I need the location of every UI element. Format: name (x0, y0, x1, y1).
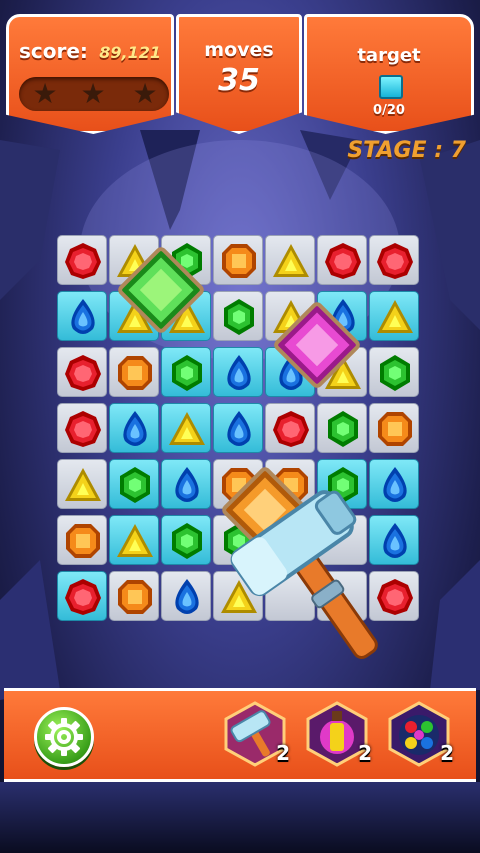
blue-gem-icon (227, 411, 251, 446)
hammer-cursor-icon (230, 490, 378, 659)
board-cell[interactable] (109, 571, 159, 621)
green-gem-icon (172, 523, 202, 559)
board-cell[interactable] (57, 515, 107, 565)
board-cell[interactable] (109, 403, 159, 453)
target-label: target (357, 45, 421, 66)
game-screen: score: 89,121 ★ ★ ★ moves 35 target 0/20… (0, 0, 480, 853)
score-panel: score: 89,121 ★ ★ ★ (6, 14, 174, 134)
yellow-gem-icon (117, 524, 153, 557)
orange-gem-icon (378, 412, 412, 446)
orange-gem-icon (118, 580, 152, 614)
star-icon: ★ (132, 77, 158, 110)
booster-count: 2 (276, 741, 290, 765)
hammer-booster[interactable]: 2 (222, 701, 290, 767)
board-cell[interactable] (57, 347, 107, 397)
board-cell[interactable] (369, 235, 419, 285)
moves-label: moves (204, 39, 274, 61)
moves-value: 35 (218, 63, 260, 98)
yellow-gem-icon (65, 468, 101, 501)
board-cell[interactable] (213, 291, 263, 341)
board-cell[interactable] (57, 571, 107, 621)
stage-label: STAGE : 7 (347, 138, 466, 163)
board-cell[interactable] (57, 459, 107, 509)
green-gem-icon (380, 355, 410, 391)
red-gem-icon (65, 411, 101, 447)
blue-gem-icon (175, 467, 199, 502)
color-ball-booster[interactable]: 2 (386, 701, 454, 767)
board-cell[interactable] (161, 347, 211, 397)
cave-floor (0, 782, 480, 853)
settings-button[interactable] (34, 707, 94, 767)
board-cell[interactable] (369, 291, 419, 341)
star-progress-bar: ★ ★ ★ (19, 77, 169, 111)
score-value: 89,121 (99, 43, 161, 62)
red-gem-icon (377, 243, 413, 279)
target-gem-icon (379, 75, 403, 99)
board-cell[interactable] (265, 403, 315, 453)
big-pink-gem[interactable] (272, 300, 362, 390)
green-gem-icon (224, 299, 254, 335)
yellow-gem-icon (273, 244, 309, 277)
red-gem-icon (325, 243, 361, 279)
blue-gem-icon (71, 299, 95, 334)
moves-panel: moves 35 (176, 14, 302, 134)
star-icon: ★ (32, 77, 58, 110)
board-cell[interactable] (57, 403, 107, 453)
orange-gem-icon (118, 356, 152, 390)
orange-gem-icon (222, 244, 256, 278)
green-gem-icon (120, 467, 150, 503)
board-cell[interactable] (213, 235, 263, 285)
board-cell[interactable] (317, 403, 367, 453)
board-cell[interactable] (213, 347, 263, 397)
gear-icon (45, 718, 83, 756)
bottom-toolbar: 2 2 2 (4, 688, 476, 782)
star-icon: ★ (80, 77, 106, 110)
booster-count: 2 (440, 741, 454, 765)
yellow-gem-icon (377, 300, 413, 333)
board-cell[interactable] (369, 347, 419, 397)
yellow-gem-icon (169, 412, 205, 445)
green-gem-icon (172, 355, 202, 391)
target-count: 0/20 (373, 103, 405, 118)
big-green-gem[interactable] (116, 245, 206, 335)
board-cell[interactable] (109, 347, 159, 397)
red-gem-icon (273, 411, 309, 447)
board-cell[interactable] (317, 235, 367, 285)
board-cell[interactable] (213, 403, 263, 453)
blue-gem-icon (227, 355, 251, 390)
red-gem-icon (65, 243, 101, 279)
orange-gem-icon (66, 524, 100, 558)
board-cell[interactable] (57, 291, 107, 341)
board-cell[interactable] (109, 515, 159, 565)
booster-count: 2 (358, 741, 372, 765)
green-gem-icon (328, 411, 358, 447)
bomb-booster[interactable]: 2 (304, 701, 372, 767)
blue-gem-icon (175, 579, 199, 614)
blue-gem-icon (123, 411, 147, 446)
board-cell[interactable] (369, 403, 419, 453)
board-cell[interactable] (161, 403, 211, 453)
board-cell[interactable] (109, 459, 159, 509)
board-cell[interactable] (265, 235, 315, 285)
board-cell[interactable] (161, 571, 211, 621)
red-gem-icon (65, 355, 101, 391)
board-cell[interactable] (161, 459, 211, 509)
board-cell[interactable] (57, 235, 107, 285)
red-gem-icon (65, 579, 101, 615)
score-label: score: (19, 39, 88, 63)
board-cell[interactable] (161, 515, 211, 565)
target-panel: target 0/20 (304, 14, 474, 134)
